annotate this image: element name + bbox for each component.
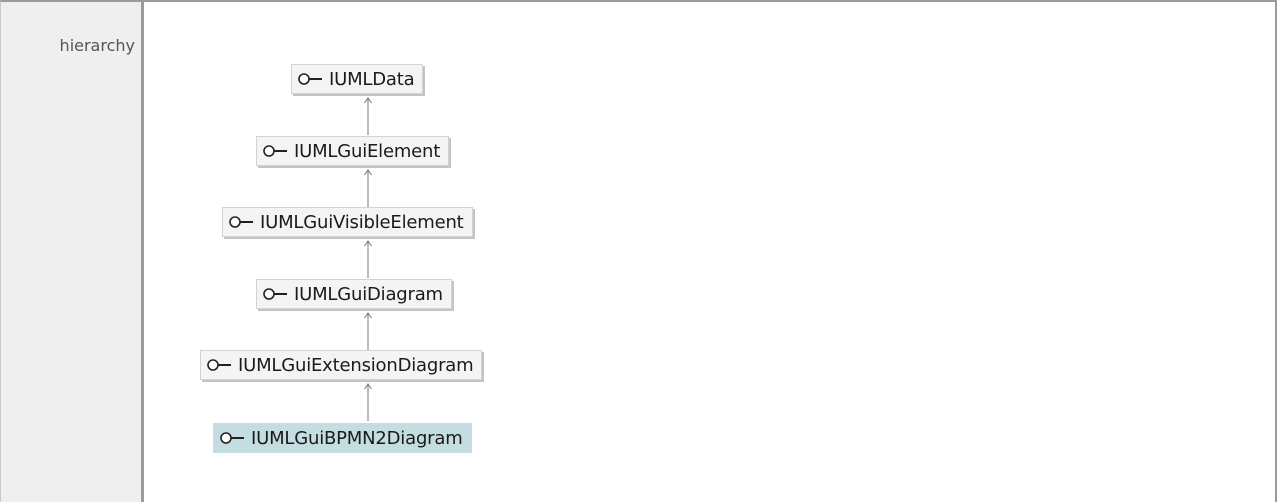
node-name: IUMLGuiBPMN2Diagram [251, 427, 463, 449]
hierarchy-node-iumlguivisibleelement[interactable]: IUMLGuiVisibleElement [222, 207, 473, 237]
interface-icon [207, 358, 233, 372]
interface-icon [263, 144, 289, 158]
node-name: IUMLGuiExtensionDiagram [238, 354, 474, 376]
node-name: IUMLGuiElement [294, 140, 441, 162]
node-name: IUMLGuiDiagram [294, 283, 443, 305]
node-name: IUMLData [329, 68, 415, 90]
interface-icon [229, 215, 255, 229]
hierarchy-node-iumldata[interactable]: IUMLData [291, 64, 424, 94]
inheritance-arrow [362, 239, 374, 279]
label-column: hierarchy [1, 2, 144, 502]
inheritance-arrow [362, 382, 374, 422]
interface-icon [220, 431, 246, 445]
hierarchy-table: hierarchy [0, 0, 1277, 502]
hierarchy-node-iumlguibpmn2diagram-current[interactable]: IUMLGuiBPMN2Diagram [213, 423, 472, 453]
hierarchy-node-iumlguiextensiondiagram[interactable]: IUMLGuiExtensionDiagram [200, 350, 483, 380]
interface-icon [263, 287, 289, 301]
hierarchy-node-iumlguidiagram[interactable]: IUMLGuiDiagram [256, 279, 452, 309]
inheritance-arrow [362, 96, 374, 136]
inheritance-arrow [362, 168, 374, 208]
inheritance-arrow [362, 311, 374, 351]
node-name: IUMLGuiVisibleElement [260, 211, 464, 233]
section-label: hierarchy [59, 36, 135, 55]
hierarchy-node-iumlguielement[interactable]: IUMLGuiElement [256, 136, 450, 166]
interface-icon [298, 72, 324, 86]
